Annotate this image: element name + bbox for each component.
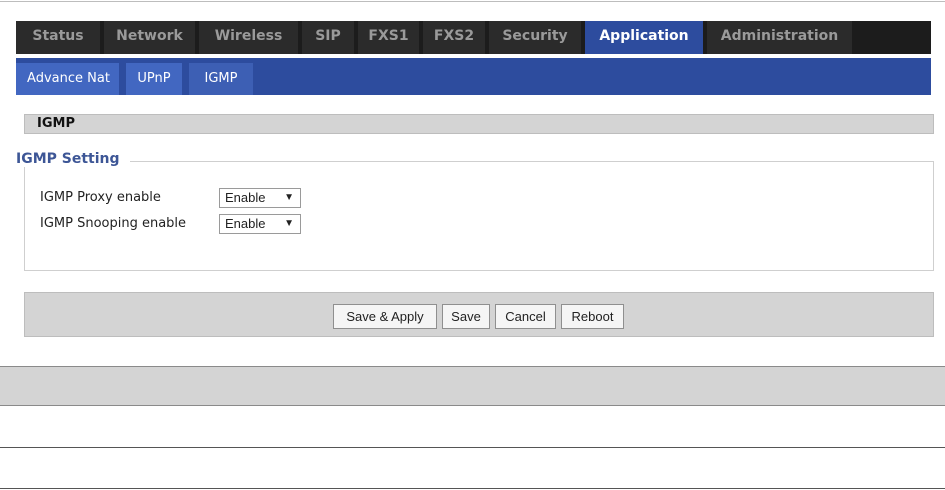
save-button[interactable]: Save xyxy=(442,304,490,329)
tab-sip[interactable]: SIP xyxy=(302,21,354,54)
main-tab-bar: Status Network Wireless SIP FXS1 FXS2 Se… xyxy=(16,21,931,54)
button-panel: Save & Apply Save Cancel Reboot xyxy=(24,292,934,337)
tab-fxs1[interactable]: FXS1 xyxy=(358,21,419,54)
igmp-proxy-select[interactable]: Enable ▼ xyxy=(219,188,301,208)
subtab-upnp[interactable]: UPnP xyxy=(126,63,182,95)
subtab-igmp[interactable]: IGMP xyxy=(189,63,253,95)
tab-wireless[interactable]: Wireless xyxy=(199,21,298,54)
tab-fxs2[interactable]: FXS2 xyxy=(423,21,485,54)
cancel-button[interactable]: Cancel xyxy=(495,304,556,329)
triangle-down-icon: ▼ xyxy=(284,192,294,203)
reboot-button[interactable]: Reboot xyxy=(561,304,624,329)
footer-divider xyxy=(0,447,945,448)
sub-tab-bar: Advance Nat UPnP IGMP xyxy=(16,58,931,95)
igmp-snooping-select[interactable]: Enable ▼ xyxy=(219,214,301,234)
triangle-down-icon: ▼ xyxy=(284,218,294,229)
igmp-proxy-value: Enable xyxy=(225,190,266,205)
save-apply-button[interactable]: Save & Apply xyxy=(333,304,437,329)
igmp-proxy-label: IGMP Proxy enable xyxy=(40,190,161,205)
tab-application[interactable]: Application xyxy=(585,21,703,54)
tab-network[interactable]: Network xyxy=(104,21,195,54)
footer-divider xyxy=(0,488,945,489)
tab-status[interactable]: Status xyxy=(16,21,100,54)
igmp-snooping-label: IGMP Snooping enable xyxy=(40,216,187,231)
subtab-advance-nat[interactable]: Advance Nat xyxy=(16,63,119,95)
top-divider xyxy=(0,1,945,2)
fieldset-legend: IGMP Setting xyxy=(16,151,130,167)
footer-bar xyxy=(0,366,945,406)
igmp-snooping-value: Enable xyxy=(225,216,266,231)
tab-administration[interactable]: Administration xyxy=(707,21,852,54)
tab-security[interactable]: Security xyxy=(489,21,581,54)
section-title: IGMP xyxy=(24,114,934,134)
